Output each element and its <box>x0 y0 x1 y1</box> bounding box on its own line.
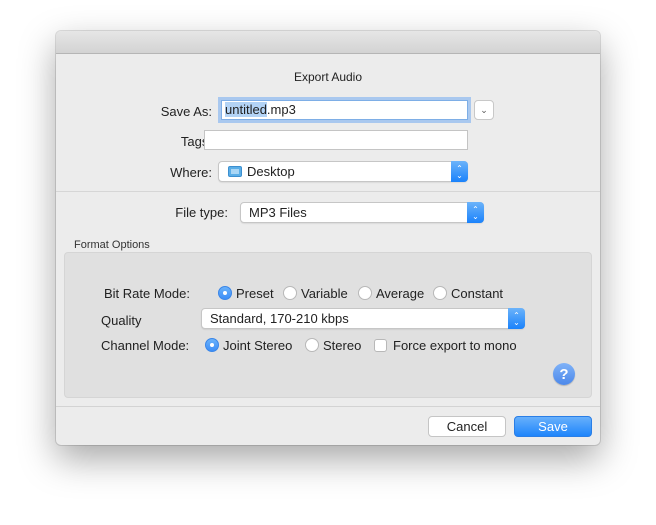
where-value: Desktop <box>247 164 295 179</box>
format-options-title: Format Options <box>74 239 150 251</box>
tags-label: Tags: <box>180 134 212 149</box>
radio-joint-stereo[interactable]: Joint Stereo <box>205 338 292 353</box>
radio-label: Constant <box>451 286 504 301</box>
section-divider <box>56 191 600 192</box>
radio-preset[interactable]: Preset <box>218 286 274 301</box>
quality-value: Standard, 170-210 kbps <box>210 311 349 326</box>
radio-unselected-icon <box>305 338 319 352</box>
expand-dialog-button[interactable]: ⌄ <box>474 100 494 120</box>
question-mark-icon: ? <box>559 365 569 383</box>
save-as-text-rest: .mp3 <box>266 102 296 117</box>
updown-arrows-icon: ⌃ ⌄ <box>508 308 525 329</box>
radio-label: Average <box>376 286 425 301</box>
radio-average[interactable]: Average <box>358 286 424 301</box>
quality-label: Quality <box>101 313 142 328</box>
bit-rate-mode-label: Bit Rate Mode: <box>104 286 190 301</box>
dialog-title: Export Audio <box>293 70 363 84</box>
radio-stereo[interactable]: Stereo <box>305 338 361 353</box>
title-bar[interactable] <box>56 31 600 54</box>
channel-mode-label: Channel Mode: <box>101 338 190 353</box>
force-mono-checkbox[interactable]: Force export to mono <box>374 338 517 353</box>
radio-unselected-icon <box>433 286 447 300</box>
where-label: Where: <box>170 165 212 180</box>
save-as-label: Save As: <box>160 104 212 119</box>
checkbox-label: Force export to mono <box>393 338 517 353</box>
radio-label: Stereo <box>323 338 362 353</box>
quality-popup[interactable]: Standard, 170-210 kbps ⌃ ⌄ <box>201 308 525 329</box>
where-popup[interactable]: Desktop ⌃ ⌄ <box>218 161 468 182</box>
checkbox-unchecked-icon <box>374 339 387 352</box>
radio-label: Preset <box>236 286 274 301</box>
radio-label: Joint Stereo <box>223 338 293 353</box>
export-audio-dialog: Export Audio Save As: untitled.mp3 ⌄ Tag… <box>56 31 600 445</box>
cancel-button[interactable]: Cancel <box>428 416 506 437</box>
radio-selected-icon <box>218 286 232 300</box>
help-button[interactable]: ? <box>553 363 575 385</box>
radio-unselected-icon <box>358 286 372 300</box>
radio-variable[interactable]: Variable <box>283 286 348 301</box>
footer-divider <box>56 406 600 407</box>
save-as-input[interactable]: untitled.mp3 <box>221 100 468 120</box>
file-type-value: MP3 Files <box>249 205 307 220</box>
tags-input[interactable] <box>204 130 468 150</box>
file-type-label: File type: <box>175 205 228 220</box>
radio-label: Variable <box>301 286 348 301</box>
radio-selected-icon <box>205 338 219 352</box>
updown-arrows-icon: ⌃ ⌄ <box>467 202 484 223</box>
updown-arrows-icon: ⌃ ⌄ <box>451 161 468 182</box>
file-type-popup[interactable]: MP3 Files ⌃ ⌄ <box>240 202 484 223</box>
save-as-selected-text: untitled <box>225 102 267 117</box>
folder-icon <box>228 166 242 177</box>
save-button[interactable]: Save <box>514 416 592 437</box>
radio-constant[interactable]: Constant <box>433 286 503 301</box>
chevron-down-icon: ⌄ <box>480 104 488 115</box>
radio-unselected-icon <box>283 286 297 300</box>
